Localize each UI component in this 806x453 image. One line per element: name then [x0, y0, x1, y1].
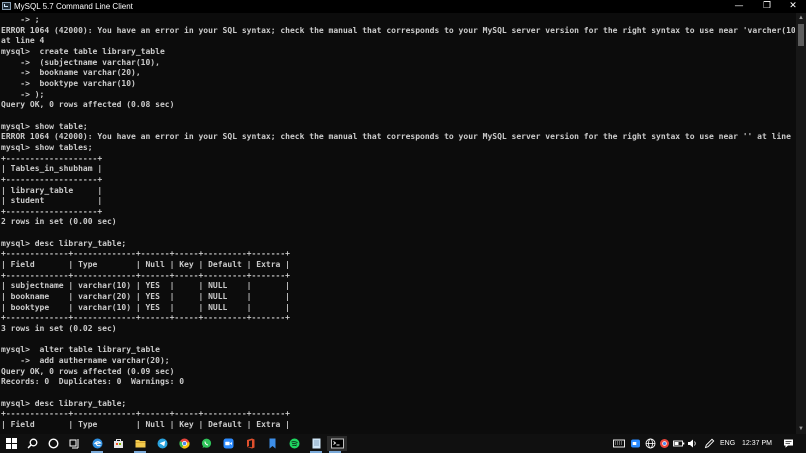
console-line: | Field | Type | Null | Key | Default | …	[1, 260, 290, 270]
console-line: | library_table |	[1, 185, 103, 195]
console-line: mysql> show table;	[1, 121, 88, 131]
file-explorer-app[interactable]	[132, 436, 148, 453]
minimize-button[interactable]: —	[725, 0, 753, 13]
console-line: | subjectname | varchar(10) | YES | | NU…	[1, 281, 290, 291]
input-language[interactable]: ENG	[720, 434, 735, 453]
edge-app[interactable]	[89, 436, 105, 453]
bookmark-icon	[269, 438, 276, 449]
telegram-icon	[157, 438, 168, 449]
pen-icon	[704, 438, 715, 449]
vertical-scrollbar[interactable]: ▲ ▼	[796, 13, 806, 434]
cortana-circle-icon	[48, 438, 59, 449]
cortana-button[interactable]	[45, 436, 61, 451]
console-line: | student |	[1, 196, 103, 206]
store-app[interactable]	[110, 436, 126, 451]
zoom-icon	[223, 438, 234, 449]
console-line: 2 rows in set (0.00 sec)	[1, 217, 117, 227]
title-bar[interactable]: MySQL 5.7 Command Line Client — ❐ ✕	[0, 0, 806, 13]
console-output[interactable]: -> ; ERROR 1064 (42000): You have an err…	[0, 13, 795, 434]
console-line: +-------------------+	[1, 206, 103, 216]
edge-icon	[92, 438, 103, 449]
console-line: +-------------------+	[1, 174, 103, 184]
chrome-tray-icon	[660, 439, 669, 448]
maximize-button[interactable]: ❐	[753, 0, 781, 13]
task-view-icon	[69, 439, 79, 449]
console-line: mysql> desc library_table;	[1, 238, 127, 248]
spotify-icon	[289, 438, 300, 449]
console-line: ERROR 1064 (42000): You have an error in…	[1, 25, 795, 35]
console-line: -> booktype varchar(10)	[1, 78, 136, 88]
scroll-up-arrow-icon[interactable]: ▲	[796, 13, 806, 23]
console-text: -> ; ERROR 1064 (42000): You have an err…	[0, 15, 795, 431]
window-title: MySQL 5.7 Command Line Client	[14, 2, 133, 11]
scroll-thumb[interactable]	[798, 24, 804, 46]
console-line: -> ;	[1, 15, 40, 24]
console-line: -> add authername varchar(20);	[1, 356, 170, 365]
console-line: Query OK, 0 rows affected (0.08 sec)	[1, 100, 175, 110]
spotify-app[interactable]	[286, 436, 302, 451]
bookmark-app[interactable]	[264, 436, 280, 451]
zoom-tray[interactable]	[627, 436, 643, 451]
office-app[interactable]	[242, 436, 258, 451]
notification-icon	[784, 439, 793, 448]
mysql-console-window: MySQL 5.7 Command Line Client — ❐ ✕ -> ;…	[0, 0, 806, 434]
console-line: +-------------+-------------+------+----…	[1, 313, 290, 323]
whatsapp-app[interactable]	[198, 436, 214, 451]
console-line: 3 rows in set (0.02 sec)	[1, 324, 117, 334]
console-line: -> (subjectname varchar(10),	[1, 57, 160, 67]
console-line: at line 4	[1, 36, 45, 46]
search-button[interactable]	[24, 436, 40, 451]
chrome-app[interactable]	[176, 436, 192, 451]
telegram-app[interactable]	[154, 436, 170, 451]
console-line: -> );	[1, 89, 45, 99]
console-line: | Field | Type | Null | Key | Default | …	[1, 419, 290, 429]
console-line: ERROR 1064 (42000): You have an error in…	[1, 132, 795, 142]
start-button[interactable]	[3, 436, 19, 451]
console-line: | bookname | varchar(20) | YES | | NULL …	[1, 292, 290, 302]
console-line: -> bookname varchar(20),	[1, 68, 141, 78]
console-line: +-------------+-------------+------+----…	[1, 409, 290, 419]
console-line: | Tables_in_shubham |	[1, 164, 103, 174]
console-line: Query OK, 0 rows affected (0.09 sec)	[1, 366, 175, 376]
console-line: Records: 0 Duplicates: 0 Warnings: 0	[1, 377, 185, 387]
console-line: | booktype | varchar(10) | YES | | NULL …	[1, 302, 290, 312]
clock[interactable]: 12:37 PM	[742, 434, 772, 453]
globe-icon	[645, 438, 656, 449]
notepad-app[interactable]	[308, 436, 324, 453]
console-line: mysql> alter table library_table	[1, 345, 160, 355]
scroll-down-arrow-icon[interactable]: ▼	[796, 424, 806, 434]
console-line: mysql> desc library_table;	[1, 398, 127, 408]
search-icon	[27, 438, 38, 449]
mysql-cmd-app[interactable]	[327, 436, 347, 453]
notepad-icon	[312, 438, 321, 449]
notifications-button[interactable]	[780, 436, 796, 451]
console-line: mysql> create table library_table	[1, 46, 165, 56]
zoom-tray-icon	[631, 439, 640, 448]
taskbar: ENG 12:37 PM	[0, 434, 806, 453]
whatsapp-icon	[201, 438, 212, 448]
zoom-app[interactable]	[220, 436, 236, 451]
windows-logo-icon	[6, 438, 17, 449]
folder-icon	[135, 440, 146, 448]
terminal-icon	[331, 438, 344, 449]
store-icon	[114, 439, 123, 448]
pen-tray[interactable]	[701, 436, 717, 451]
console-line: +-------------+-------------+------+----…	[1, 270, 290, 280]
task-view-button[interactable]	[66, 436, 82, 451]
console-line: +-------------------+	[1, 153, 103, 163]
volume-tray[interactable]	[684, 436, 700, 451]
console-line: mysql> show tables;	[1, 142, 93, 152]
close-button[interactable]: ✕	[779, 0, 806, 13]
console-line: +-------------+-------------+------+----…	[1, 249, 290, 259]
console-app-icon	[2, 2, 11, 10]
chrome-icon	[179, 438, 190, 449]
keyboard-tray[interactable]	[610, 436, 626, 451]
keyboard-icon	[613, 439, 625, 448]
office-icon	[247, 438, 255, 449]
speaker-icon	[688, 439, 696, 448]
